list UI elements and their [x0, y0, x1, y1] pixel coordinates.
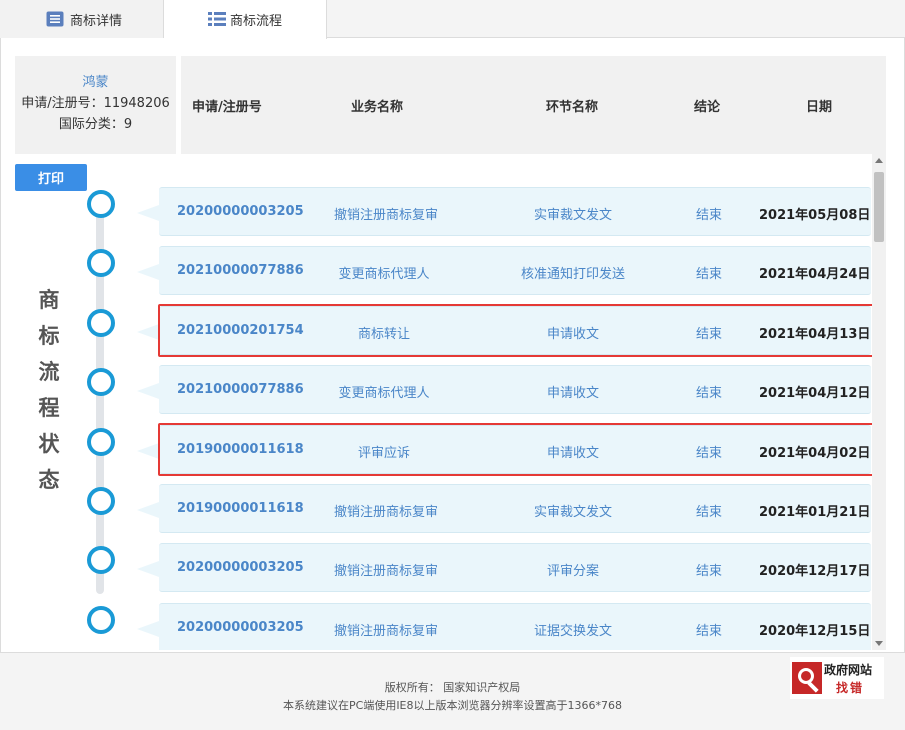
row-business-name: 变更商标代理人	[338, 267, 430, 282]
international-class: 国际分类：9	[58, 117, 133, 132]
row-result: 结束	[695, 386, 722, 401]
row-step-name: 申请收文	[546, 446, 599, 461]
row-business-name: 撤销注册商标复审	[334, 624, 439, 639]
row-registration-number: 20210000077886	[177, 382, 304, 397]
row-step-name: 证据交换发文	[533, 624, 612, 639]
row-date: 2021年04月24日	[759, 267, 871, 282]
row-step-name: 核准通知打印发送	[520, 267, 625, 282]
browser-note: 本系统建议在PC端使用IE8以上版本浏览器分辨率设置高于1366*768	[283, 699, 622, 712]
timeline-node	[87, 487, 115, 515]
tab-trademark-details-label: 商标详情	[70, 13, 123, 29]
document-icon	[46, 11, 64, 27]
row-business-name: 变更商标代理人	[338, 386, 430, 401]
scroll-up-icon[interactable]	[875, 158, 883, 163]
side-title-char: 程	[38, 396, 60, 420]
row-date: 2021年04月12日	[759, 386, 871, 401]
row-result: 结束	[695, 327, 722, 342]
timeline-node	[87, 546, 115, 574]
list-item[interactable]: 20190000011618 撤销注册商标复审 实审裁文发文 结束 2021年0…	[137, 484, 871, 533]
process-list[interactable]: 20200000003205 撤销注册商标复审 实审裁文发文 结束 2021年0…	[130, 154, 872, 650]
scrollbar-thumb[interactable]	[874, 172, 884, 242]
print-button[interactable]: 打印	[15, 164, 87, 191]
header-business-name: 业务名称	[351, 100, 404, 115]
row-date: 2021年04月13日	[759, 327, 871, 342]
list-item[interactable]: 20210000201754 商标转让 申请收文 结束 2021年04月13日	[137, 306, 871, 355]
scroll-down-icon[interactable]	[875, 641, 883, 646]
scrollbar[interactable]	[872, 154, 886, 650]
row-result: 结束	[695, 208, 722, 223]
timeline-node	[87, 428, 115, 456]
report-error-badge[interactable]: 政府网站 找错	[790, 657, 884, 699]
timeline-node	[87, 309, 115, 337]
row-step-name: 申请收文	[546, 327, 599, 342]
badge-line1: 政府网站	[824, 663, 873, 677]
row-registration-number: 20210000077886	[177, 263, 304, 278]
side-title-char: 流	[38, 360, 60, 384]
footer: 版权所有： 国家知识产权局 本系统建议在PC端使用IE8以上版本浏览器分辨率设置…	[0, 652, 905, 730]
row-result: 结束	[695, 624, 722, 639]
trademark-name: 鸿蒙	[82, 75, 109, 90]
row-registration-number: 20200000003205	[177, 204, 304, 219]
row-business-name: 商标转让	[357, 327, 410, 342]
badge-line2: 找错	[836, 681, 865, 695]
side-title-char: 状	[38, 432, 60, 456]
row-result: 结束	[695, 505, 722, 520]
magnifier-icon	[792, 662, 822, 694]
row-business-name: 评审应诉	[357, 446, 410, 461]
tab-trademark-process[interactable]: 商标流程	[164, 0, 327, 39]
row-step-name: 实审裁文发文	[533, 505, 612, 520]
trademark-info-box: 鸿蒙 申请/注册号：11948206 国际分类：9	[15, 56, 176, 154]
row-registration-number: 20210000201754	[177, 323, 304, 338]
row-date: 2020年12月17日	[759, 564, 871, 579]
row-result: 结束	[695, 267, 722, 282]
timeline-node	[87, 249, 115, 277]
header-step-name: 环节名称	[546, 100, 599, 115]
process-status-title: 商 标 流 程 状 态	[34, 282, 64, 498]
timeline-node	[87, 606, 115, 634]
table-header: 申请/注册号 业务名称 环节名称 结论 日期	[181, 56, 886, 154]
list-item[interactable]: 20190000011618 评审应诉 申请收文 结束 2021年04月02日	[137, 425, 871, 474]
tab-bar: 商标详情 商标流程	[0, 0, 905, 39]
list-item[interactable]: 20210000077886 变更商标代理人 申请收文 结束 2021年04月1…	[137, 365, 871, 414]
row-business-name: 撤销注册商标复审	[334, 564, 439, 579]
row-date: 2021年04月02日	[759, 446, 871, 461]
tab-trademark-details[interactable]: 商标详情	[0, 0, 164, 38]
row-date: 2021年05月08日	[759, 208, 871, 223]
tab-trademark-process-label: 商标流程	[230, 14, 283, 29]
row-result: 结束	[695, 564, 722, 579]
row-registration-number: 20190000011618	[177, 442, 304, 457]
side-title-char: 态	[38, 468, 60, 492]
copyright-text: 版权所有： 国家知识产权局	[384, 681, 521, 694]
header-registration-number: 申请/注册号	[192, 100, 262, 115]
list-item[interactable]: 20200000003205 撤销注册商标复审 实审裁文发文 结束 2021年0…	[137, 187, 871, 236]
list-item[interactable]: 20200000003205 撤销注册商标复审 评审分案 结束 2020年12月…	[137, 543, 871, 592]
row-registration-number: 20200000003205	[177, 620, 304, 635]
row-registration-number: 20200000003205	[177, 560, 304, 575]
list-item[interactable]: 20200000003205 撤销注册商标复审 证据交换发文 结束 2020年1…	[137, 603, 871, 650]
row-step-name: 申请收文	[546, 386, 599, 401]
row-step-name: 评审分案	[546, 564, 599, 579]
timeline-node	[87, 190, 115, 218]
side-title-char: 标	[38, 324, 60, 348]
list-item[interactable]: 20210000077886 变更商标代理人 核准通知打印发送 结束 2021年…	[137, 246, 871, 295]
registration-number: 申请/注册号：11948206	[21, 96, 170, 111]
list-icon	[208, 12, 226, 26]
row-business-name: 撤销注册商标复审	[334, 208, 439, 223]
side-title-char: 商	[38, 288, 60, 312]
row-result: 结束	[695, 446, 722, 461]
row-registration-number: 20190000011618	[177, 501, 304, 516]
row-date: 2020年12月15日	[759, 624, 871, 639]
row-date: 2021年01月21日	[759, 505, 871, 520]
row-step-name: 实审裁文发文	[533, 208, 612, 223]
row-business-name: 撤销注册商标复审	[334, 505, 439, 520]
header-date: 日期	[806, 100, 833, 115]
header-result: 结论	[694, 100, 721, 115]
timeline-node	[87, 368, 115, 396]
